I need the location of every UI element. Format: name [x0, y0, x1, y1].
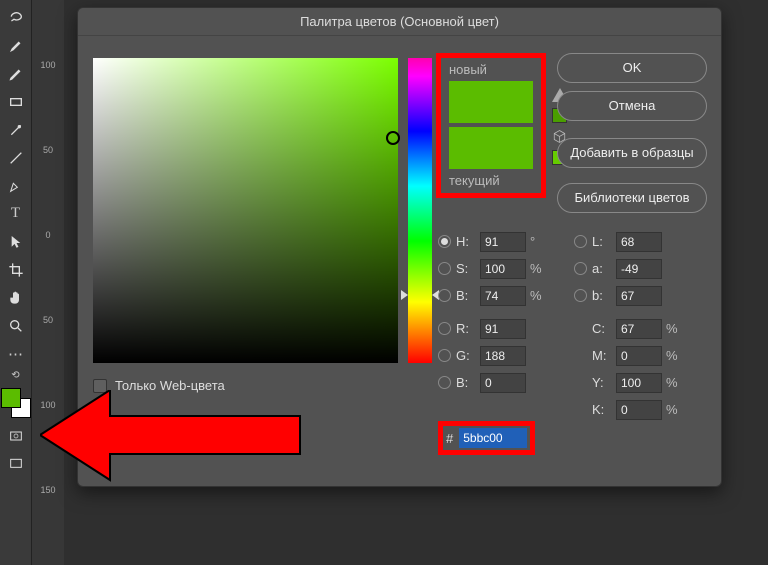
- radio-a[interactable]: [574, 262, 587, 275]
- input-a[interactable]: -49: [616, 259, 662, 279]
- web-colors-row: Только Web-цвета: [93, 378, 225, 393]
- web-colors-label: Только Web-цвета: [115, 378, 225, 393]
- unit-c: %: [666, 321, 688, 336]
- spacer: [574, 403, 587, 416]
- input-h[interactable]: 91: [480, 232, 526, 252]
- label-g: G:: [456, 348, 480, 363]
- color-libs-button[interactable]: Библиотеки цветов: [557, 183, 707, 213]
- input-b[interactable]: 67: [616, 286, 662, 306]
- swap-colors-icon[interactable]: ⟲: [2, 368, 30, 382]
- radio-r[interactable]: [438, 322, 451, 335]
- radio-b2[interactable]: [438, 376, 451, 389]
- radio-l[interactable]: [574, 235, 587, 248]
- web-colors-checkbox[interactable]: [93, 379, 107, 393]
- color-values-grid: H: 91 ° L: 68 S: 100 % a: -49: [438, 228, 708, 423]
- pencil-tool-icon[interactable]: [2, 60, 30, 87]
- color-picker-dialog: Палитра цветов (Основной цвет) Только We…: [77, 7, 722, 487]
- input-r[interactable]: 91: [480, 319, 526, 339]
- zoom-tool-icon[interactable]: [2, 312, 30, 339]
- radio-b[interactable]: [574, 289, 587, 302]
- hex-label: #: [446, 431, 453, 446]
- input-bv[interactable]: 74: [480, 286, 526, 306]
- ruler-mark: 100: [32, 400, 64, 410]
- more-tool-icon[interactable]: ⋯: [2, 340, 30, 367]
- preview-new-swatch[interactable]: [449, 81, 533, 123]
- spacer: [574, 349, 587, 362]
- ruler-mark: 50: [32, 145, 64, 155]
- radio-g[interactable]: [438, 349, 451, 362]
- ok-button[interactable]: OK: [557, 53, 707, 83]
- label-b2: B:: [456, 375, 480, 390]
- label-k: K:: [592, 402, 616, 417]
- unit-s: %: [530, 261, 552, 276]
- label-bv: B:: [456, 288, 480, 303]
- color-swatches[interactable]: [1, 388, 31, 418]
- crop-tool-icon[interactable]: [2, 256, 30, 283]
- dialog-title: Палитра цветов (Основной цвет): [78, 8, 721, 36]
- unit-y: %: [666, 375, 688, 390]
- unit-m: %: [666, 348, 688, 363]
- unit-h: °: [530, 234, 552, 249]
- input-m[interactable]: 0: [616, 346, 662, 366]
- line-tool-icon[interactable]: [2, 144, 30, 171]
- cancel-button[interactable]: Отмена: [557, 91, 707, 121]
- hue-thumb-left-icon[interactable]: [401, 290, 408, 300]
- pen-tool-icon[interactable]: [2, 172, 30, 199]
- label-c: C:: [592, 321, 616, 336]
- input-y[interactable]: 100: [616, 373, 662, 393]
- screenmode-icon[interactable]: [2, 450, 30, 477]
- input-b2[interactable]: 0: [480, 373, 526, 393]
- color-preview-box: новый текущий: [436, 53, 546, 198]
- wand-tool-icon[interactable]: [2, 116, 30, 143]
- type-tool-icon[interactable]: T: [2, 200, 30, 227]
- input-c[interactable]: 67: [616, 319, 662, 339]
- ruler-mark: 150: [32, 485, 64, 495]
- foreground-color-swatch[interactable]: [1, 388, 21, 408]
- preview-current-swatch[interactable]: [449, 127, 533, 169]
- preview-new-label: новый: [449, 62, 541, 77]
- input-k[interactable]: 0: [616, 400, 662, 420]
- ruler-mark: 100: [32, 60, 64, 70]
- quickmask-icon[interactable]: [2, 422, 30, 449]
- unit-k: %: [666, 402, 688, 417]
- hex-input[interactable]: 5bbc00: [459, 428, 527, 448]
- preview-current-label: текущий: [449, 173, 541, 188]
- sv-cursor-icon[interactable]: [386, 131, 400, 145]
- hand-tool-icon[interactable]: [2, 284, 30, 311]
- label-b: b:: [592, 288, 616, 303]
- hex-box: # 5bbc00: [438, 421, 535, 455]
- label-a: a:: [592, 261, 616, 276]
- label-m: M:: [592, 348, 616, 363]
- ruler-mark: 50: [32, 315, 64, 325]
- hue-slider[interactable]: [408, 58, 432, 363]
- saturation-brightness-field[interactable]: [93, 58, 398, 363]
- spacer: [438, 403, 451, 416]
- label-r: R:: [456, 321, 480, 336]
- input-l[interactable]: 68: [616, 232, 662, 252]
- toolbar: T ⋯ ⟲: [0, 0, 32, 565]
- radio-bv[interactable]: [438, 289, 451, 302]
- spacer: [574, 322, 587, 335]
- label-h: H:: [456, 234, 480, 249]
- lasso-tool-icon[interactable]: [2, 4, 30, 31]
- radio-h[interactable]: [438, 235, 451, 248]
- input-s[interactable]: 100: [480, 259, 526, 279]
- spacer: [574, 376, 587, 389]
- select-tool-icon[interactable]: [2, 228, 30, 255]
- input-g[interactable]: 188: [480, 346, 526, 366]
- vertical-ruler: 100 50 0 50 100 150: [32, 0, 64, 565]
- radio-s[interactable]: [438, 262, 451, 275]
- ruler-mark: 0: [32, 230, 64, 240]
- label-s: S:: [456, 261, 480, 276]
- rectangle-tool-icon[interactable]: [2, 88, 30, 115]
- label-y: Y:: [592, 375, 616, 390]
- add-swatch-button[interactable]: Добавить в образцы: [557, 138, 707, 168]
- label-l: L:: [592, 234, 616, 249]
- brush-tool-icon[interactable]: [2, 32, 30, 59]
- unit-bv: %: [530, 288, 552, 303]
